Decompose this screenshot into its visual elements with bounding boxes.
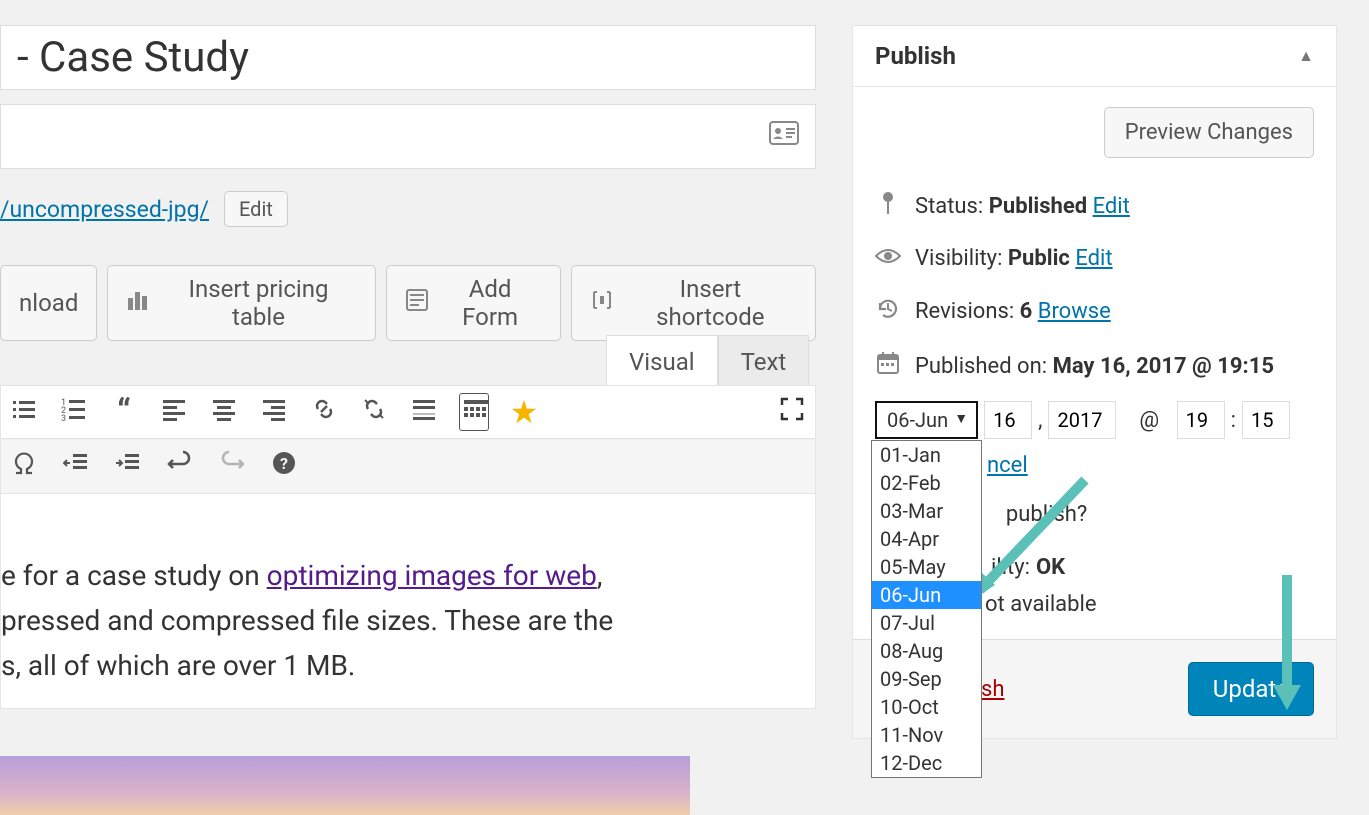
special-char-icon[interactable]	[9, 451, 39, 482]
publish-title: Publish	[875, 42, 956, 70]
month-dropdown[interactable]: 01-Jan 02-Feb 03-Mar 04-Apr 05-May 06-Ju…	[871, 440, 982, 778]
link-icon[interactable]	[309, 396, 339, 429]
revisions-row: Revisions: 6 Browse	[875, 283, 1314, 339]
media-buttons-row: nload Insert pricing table Add Form Inse…	[0, 265, 816, 341]
month-option[interactable]: 12-Dec	[872, 749, 981, 777]
month-option[interactable]: 11-Nov	[872, 721, 981, 749]
month-option[interactable]: 05-May	[872, 553, 981, 581]
fullscreen-icon[interactable]	[777, 396, 807, 429]
svg-text:3: 3	[61, 414, 66, 422]
month-option[interactable]: 03-Mar	[872, 497, 981, 525]
day-input[interactable]	[984, 401, 1032, 439]
upload-button[interactable]: nload	[0, 265, 97, 341]
unlink-icon[interactable]	[359, 396, 389, 429]
edit-permalink-button[interactable]: Edit	[224, 191, 288, 227]
tab-visual[interactable]: Visual	[606, 335, 718, 388]
eye-icon	[875, 246, 901, 271]
address-card-icon	[769, 121, 799, 152]
status-row: Status: Published Edit	[875, 178, 1314, 234]
content-image	[0, 756, 690, 815]
list-icon[interactable]	[9, 396, 39, 429]
align-center-icon[interactable]	[209, 396, 239, 429]
publish-header[interactable]: Publish ▲	[853, 26, 1336, 87]
year-input[interactable]	[1048, 401, 1116, 439]
align-left-icon[interactable]	[159, 396, 189, 429]
content-link[interactable]: optimizing images for web	[267, 559, 597, 592]
toolbar-toggle-icon[interactable]	[459, 393, 489, 431]
indent-icon[interactable]	[113, 450, 143, 483]
svg-text:?: ?	[280, 454, 288, 473]
form-icon	[405, 288, 429, 318]
hour-input[interactable]	[1177, 401, 1225, 439]
permalink-link[interactable]: /uncompressed-jpg/	[0, 196, 209, 223]
editor-tabs: Visual Text	[606, 335, 809, 388]
bars-icon	[126, 288, 150, 318]
numbered-list-icon[interactable]: 123	[59, 396, 89, 429]
month-option[interactable]: 09-Sep	[872, 665, 981, 693]
secondary-title-row	[0, 104, 816, 169]
permalink-row: /uncompressed-jpg/ Edit	[0, 191, 816, 227]
insert-pricing-table-button[interactable]: Insert pricing table	[107, 265, 375, 341]
date-edit-row: 06-Jun , @ :	[875, 393, 1314, 447]
visibility-row: Visibility: Public Edit	[875, 234, 1314, 283]
month-option[interactable]: 01-Jan	[872, 441, 981, 469]
undo-icon[interactable]	[165, 450, 195, 483]
cancel-link-fragment[interactable]: ncel	[987, 447, 1028, 478]
editor-content[interactable]: e for a case study on optimizing images …	[0, 494, 816, 709]
align-right-icon[interactable]	[259, 396, 289, 429]
quote-icon[interactable]: “	[109, 392, 139, 432]
month-option-selected[interactable]: 06-Jun	[872, 581, 981, 609]
outdent-icon[interactable]	[61, 450, 91, 483]
month-option[interactable]: 07-Jul	[872, 609, 981, 637]
published-on-row: Published on: May 16, 2017 @ 19:15	[875, 339, 1314, 393]
shortcode-icon	[590, 288, 614, 318]
add-form-button[interactable]: Add Form	[386, 265, 561, 341]
month-option[interactable]: 04-Apr	[872, 525, 981, 553]
read-more-icon[interactable]	[409, 396, 439, 429]
collapse-icon[interactable]: ▲	[1298, 46, 1314, 66]
editor-toolbar-row2: ?	[0, 440, 816, 494]
month-option[interactable]: 08-Aug	[872, 637, 981, 665]
month-select[interactable]: 06-Jun	[875, 401, 978, 439]
post-title-input[interactable]: - Case Study	[0, 25, 816, 90]
help-icon[interactable]: ?	[269, 450, 299, 483]
insert-shortcode-button[interactable]: Insert shortcode	[571, 265, 816, 341]
minute-input[interactable]	[1242, 401, 1290, 439]
editor-toolbar-row1: 123 “ ★	[0, 385, 816, 439]
redo-icon[interactable]	[217, 450, 247, 483]
revisions-icon	[875, 295, 901, 327]
preview-changes-button[interactable]: Preview Changes	[1104, 107, 1314, 158]
update-button[interactable]: Update	[1188, 662, 1314, 716]
star-icon[interactable]: ★	[509, 393, 539, 431]
pin-icon	[875, 190, 901, 222]
edit-visibility-link[interactable]: Edit	[1075, 246, 1112, 271]
tab-text[interactable]: Text	[718, 335, 810, 388]
edit-status-link[interactable]: Edit	[1093, 194, 1130, 219]
month-option[interactable]: 02-Feb	[872, 469, 981, 497]
calendar-icon	[875, 351, 901, 381]
browse-revisions-link[interactable]: Browse	[1038, 299, 1111, 324]
month-option[interactable]: 10-Oct	[872, 693, 981, 721]
